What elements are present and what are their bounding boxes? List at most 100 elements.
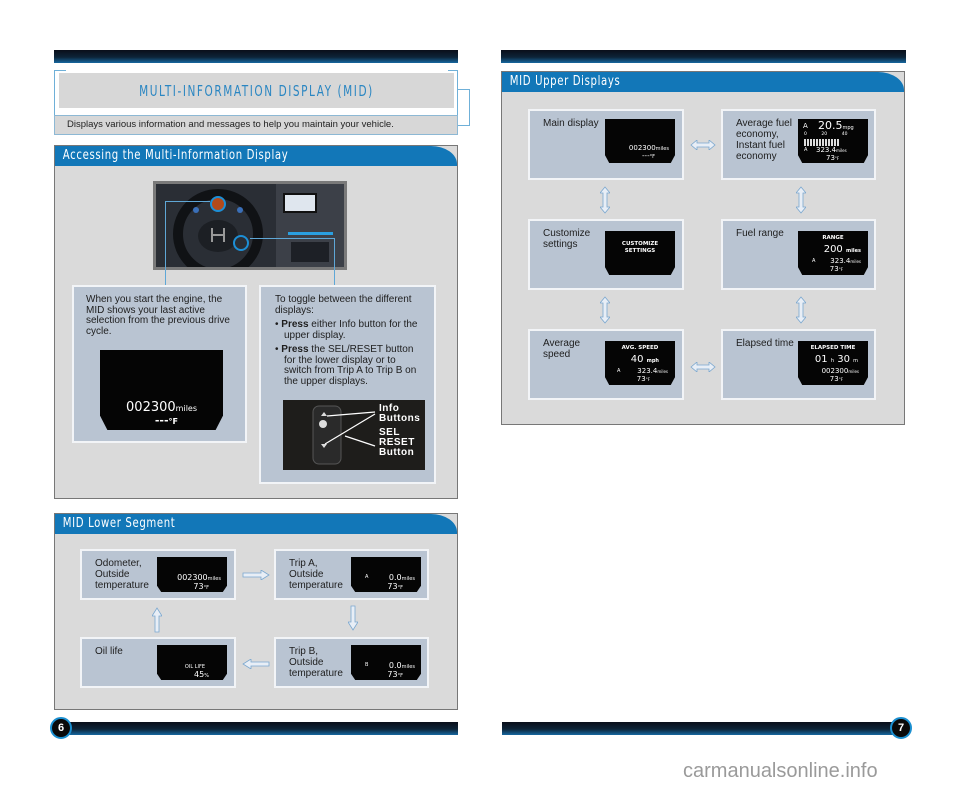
lcd-value: 002300: [177, 573, 208, 582]
odometer-lcd: 002300miles 73°F: [157, 557, 227, 592]
page-subtitle: Displays various information and message…: [54, 115, 458, 135]
lcd-unit: miles: [401, 664, 415, 670]
fuel-range-label: Fuel range: [736, 228, 784, 239]
trip-b-card: Trip B, Outside temperature B 0.0miles 7…: [274, 637, 429, 688]
arrow-up-icon: [152, 607, 162, 633]
lcd-title: ELAPSED TIME: [810, 345, 856, 351]
steering-button-highlight-icon: [233, 235, 249, 251]
lcd-odometer: 002300: [821, 367, 849, 375]
lcd-temp-unit: °F: [645, 377, 650, 382]
average-speed-card: Average speed AVG. SPEED 40 mph A 323.4m…: [528, 329, 684, 400]
info-icon: [319, 420, 327, 428]
lcd-temp: 73: [193, 582, 204, 591]
lcd-oil-value: 45: [194, 670, 205, 679]
lcd-temp-value: ---: [154, 414, 169, 427]
scale-tick: 40: [841, 132, 848, 137]
lcd-temp-unit: °F: [397, 673, 403, 679]
trip-a-card-label: Trip A, Outside temperature: [289, 558, 343, 591]
lcd-title: AVG. SPEED: [621, 345, 659, 351]
lcd-temp-unit: °F: [397, 585, 403, 591]
average-speed-label: Average speed: [543, 338, 581, 360]
fuel-economy-lcd: A 20.5mpg 0 20 40 A 323.4miles 73°F: [798, 119, 868, 163]
lcd-trip-prefix: B: [365, 662, 369, 668]
lcd-temp: 73: [829, 265, 839, 273]
trip-b-lcd: B 0.0miles 73°F: [351, 645, 421, 680]
lcd-value: 0.0: [388, 573, 402, 582]
lcd-minutes-unit: m: [853, 358, 858, 364]
fuel-economy-card: Average fuel economy, Instant fuel econo…: [721, 109, 876, 180]
lcd-trip-value: 323.4: [637, 367, 658, 375]
scale-tick: 0: [804, 132, 807, 137]
lcd-temp: 73: [829, 375, 839, 383]
upper-displays-heading: MID Upper Displays: [509, 74, 621, 89]
lcd-range-unit: miles: [845, 248, 861, 254]
accessing-heading: Accessing the Multi-Information Display: [62, 148, 289, 163]
lcd-avg-mpg: 20.5: [818, 119, 843, 132]
trip-a-card: Trip A, Outside temperature A 0.0miles 7…: [274, 549, 429, 600]
lower-segment-header: MID Lower Segment: [55, 514, 457, 534]
toggle-bullet-2: • Press the SEL/RESET button for the low…: [275, 344, 417, 387]
lcd-temp: 73: [636, 375, 646, 383]
lcd-trip-prefix: A: [617, 368, 621, 374]
scale-tick: 20: [821, 132, 828, 137]
right-page-bottom-bar: [502, 722, 900, 735]
oil-life-lcd: OIL LIFE 45%: [157, 645, 227, 680]
lcd-trip-value: 323.4: [830, 257, 851, 265]
main-display-lcd: 002300miles ---°F: [605, 119, 675, 163]
mid-highlight-icon: [210, 196, 226, 212]
lcd-value: 0.0: [388, 661, 402, 670]
arrow-down-icon: [348, 605, 358, 631]
double-arrow-vertical-icon: [796, 296, 806, 324]
accessing-panel-header: Accessing the Multi-Information Display: [55, 146, 457, 166]
toggle-intro-text: To toggle between the different displays…: [275, 294, 412, 316]
lcd-trip-unit: miles: [836, 148, 847, 153]
lcd-temp-unit: °F: [838, 267, 843, 272]
page-title: MULTI-INFORMATION DISPLAY (MID): [139, 81, 374, 100]
lcd-trip-prefix: A: [804, 147, 808, 153]
engine-start-text: When you start the engine, the MID shows…: [86, 294, 230, 337]
fuel-range-card: Fuel range RANGE 200 miles A 323.4miles …: [721, 219, 876, 290]
callout-line-left-h: [165, 201, 210, 202]
lcd-value: 002300: [628, 144, 656, 152]
odometer-card: Odometer, Outside temperature 002300mile…: [80, 549, 236, 600]
oil-life-card-label: Oil life: [95, 646, 123, 657]
average-speed-lcd: AVG. SPEED 40 mph A 323.4miles 73°F: [605, 341, 675, 385]
elapsed-time-card: Elapsed time ELAPSED TIME 01 h 30 m 0023…: [721, 329, 876, 400]
lcd-temp: 73: [826, 154, 835, 162]
lcd-odometer-value: 002300: [126, 400, 176, 415]
lcd-customize-line2: SETTINGS: [624, 248, 656, 254]
main-display-label: Main display: [543, 118, 599, 129]
lcd-temp-unit: °F: [834, 156, 840, 161]
customize-settings-card: Customize settings CUSTOMIZE SETTINGS: [528, 219, 684, 290]
lcd-temp: ---: [642, 152, 650, 160]
lcd-trip-prefix: A: [365, 574, 369, 580]
upper-displays-header: MID Upper Displays: [502, 72, 904, 92]
lcd-oil-unit: %: [204, 673, 209, 679]
elapsed-time-lcd: ELAPSED TIME 01 h 30 m 002300miles 73°F: [798, 341, 868, 385]
lcd-unit: miles: [655, 146, 669, 152]
lcd-speed-unit: mph: [646, 358, 659, 364]
lcd-temp: 73: [387, 582, 398, 591]
lcd-unit: miles: [207, 576, 221, 582]
title-connector: [458, 89, 470, 126]
lcd-customize-line1: CUSTOMIZE: [621, 241, 659, 247]
oil-life-card: Oil life OIL LIFE 45%: [80, 637, 236, 688]
lcd-trip-prefix: A: [803, 122, 808, 130]
lcd-hours-unit: h: [830, 358, 835, 364]
callout-line-right-h: [250, 238, 335, 239]
lcd-range-value: 200: [823, 244, 843, 255]
frame-gap-top: [66, 69, 448, 72]
customize-settings-lcd: CUSTOMIZE SETTINGS: [605, 231, 675, 275]
page-number-right: 7: [890, 717, 912, 739]
watermark: carmanualsonline.info: [683, 760, 878, 782]
engine-start-card: When you start the engine, the MID shows…: [72, 285, 247, 443]
toggle-bullet-1: • Press either Info button for the upper…: [275, 319, 418, 341]
trip-b-card-label: Trip B, Outside temperature: [289, 646, 343, 679]
lcd-speed-value: 40: [630, 354, 644, 365]
lcd-temp-unit: °F: [168, 417, 178, 426]
lcd-mpg-unit: mpg: [842, 125, 854, 131]
main-display-card: Main display 002300miles ---°F: [528, 109, 684, 180]
right-page-top-bar: [501, 50, 906, 63]
lcd-temp-unit: °F: [838, 377, 843, 382]
elapsed-time-label: Elapsed time: [736, 338, 794, 349]
